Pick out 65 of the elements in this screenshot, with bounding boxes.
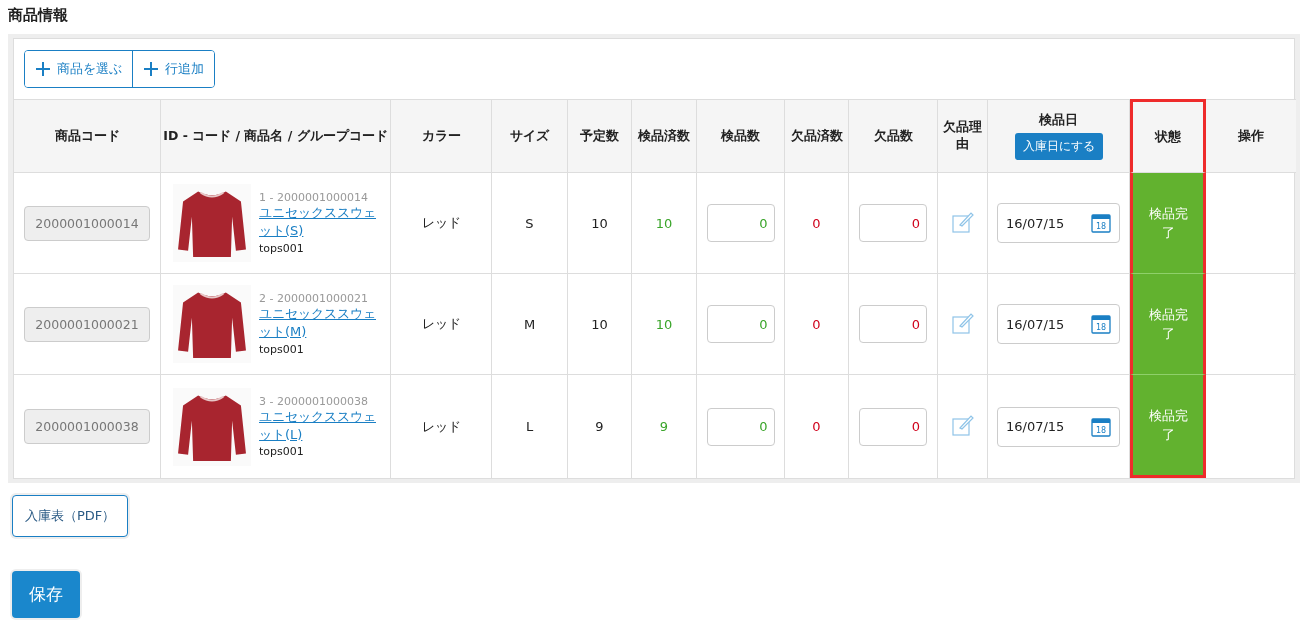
product-code-field[interactable]: 2000001000038 (24, 409, 150, 444)
date-field[interactable]: 16/07/15 18 (997, 304, 1120, 344)
save-button[interactable]: 保存 (12, 571, 80, 618)
inspected-quantity: 9 (659, 419, 669, 434)
missing-quantity: 0 (812, 419, 821, 434)
id-code: 1 - 2000001000014 (259, 191, 369, 205)
missing-quantity: 0 (812, 215, 821, 231)
column-header: 予定数 (580, 127, 619, 143)
column-header: 商品コード (54, 127, 120, 143)
product-code-field[interactable]: 2000001000021 (24, 306, 150, 342)
date-field[interactable]: 16/07/15 18 (997, 203, 1120, 243)
column-header: 操作 (1238, 127, 1264, 143)
missing-quantity-input[interactable]: 0 (859, 305, 927, 343)
id-code: 3 - 2000001000038 (259, 394, 369, 408)
color-text: レッド (421, 215, 461, 230)
plus-icon (35, 61, 51, 77)
section-title: 商品情報 (7, 5, 69, 26)
id-code: 2 - 2000001000021 (259, 292, 369, 306)
calendar-icon[interactable]: 18 (1091, 416, 1111, 437)
column-header: 状態 (1155, 128, 1181, 144)
column-header: 検品済数 (638, 127, 690, 143)
column-header: 欠品済数 (790, 127, 843, 143)
column-header: 検品日 (1037, 112, 1079, 129)
size-text: L (525, 419, 534, 434)
calendar-icon[interactable]: 18 (1091, 213, 1111, 233)
product-name-link[interactable]: ユニセックススウェット(L) (259, 407, 385, 444)
edit-icon[interactable] (951, 311, 974, 334)
column-header: 検品数 (721, 127, 760, 143)
size-text: M (523, 316, 536, 332)
planned-quantity: 9 (595, 419, 604, 434)
status-cell: 検品完了 (1130, 173, 1206, 274)
set-arrival-date-button[interactable]: 入庫日にする (1014, 133, 1103, 160)
status-cell: 検品完了 (1130, 274, 1206, 375)
date-field[interactable]: 16/07/15 18 (997, 406, 1120, 447)
group-code: tops001 (259, 241, 305, 255)
inspect-quantity-input[interactable]: 0 (706, 204, 775, 242)
edit-icon[interactable] (951, 414, 974, 436)
color-text: レッド (421, 316, 461, 331)
missing-quantity-input[interactable]: 0 (859, 407, 927, 446)
missing-quantity-input[interactable]: 0 (859, 204, 927, 242)
product-name-link[interactable]: ユニセックススウェット(S) (259, 204, 385, 240)
product-code-field[interactable]: 2000001000014 (24, 205, 150, 241)
planned-quantity: 10 (591, 215, 608, 231)
inspected-quantity: 10 (655, 316, 673, 332)
column-header: サイズ (510, 127, 549, 143)
column-header: 欠品数 (873, 127, 913, 143)
plus-icon (143, 61, 159, 77)
pdf-button[interactable]: 入庫表（PDF） (12, 495, 129, 537)
missing-quantity: 0 (812, 316, 821, 332)
color-text: レッド (421, 418, 461, 434)
column-header: 欠品理由 (943, 119, 982, 151)
planned-quantity: 10 (591, 316, 608, 332)
calendar-icon[interactable]: 18 (1091, 314, 1111, 334)
group-code: tops001 (259, 445, 305, 459)
size-text: S (525, 215, 534, 231)
group-code: tops001 (259, 342, 305, 356)
inspect-quantity-input[interactable]: 0 (706, 407, 775, 446)
inspected-quantity: 10 (655, 215, 673, 231)
status-cell: 検品完了 (1130, 375, 1206, 478)
edit-icon[interactable] (951, 210, 974, 233)
inspect-quantity-input[interactable]: 0 (706, 305, 775, 343)
column-header: ID - コード / 商品名 / グループコード (163, 127, 388, 143)
product-name-link[interactable]: ユニセックススウェット(M) (259, 305, 385, 341)
add-button[interactable]: 行追加 (132, 51, 214, 87)
column-header: カラー (421, 127, 461, 143)
